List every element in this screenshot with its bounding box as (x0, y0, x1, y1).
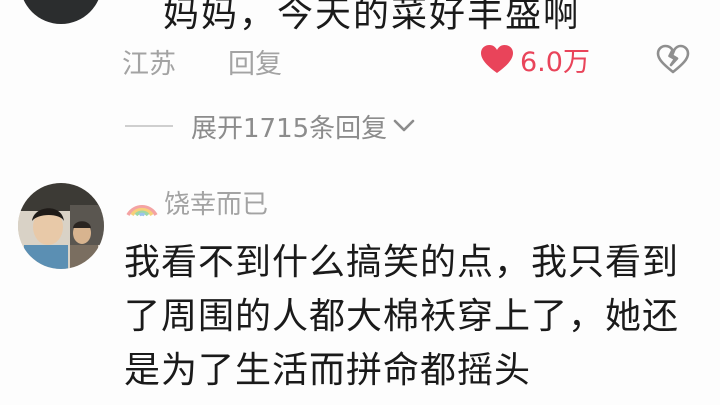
comment-text: 妈妈，今天的菜好丰盛啊 (163, 0, 582, 35)
avatar[interactable] (20, 0, 102, 24)
comment-author[interactable]: 饶幸而已 (124, 184, 268, 220)
comment-line: 了周围的人都大棉袄穿上了，她还 (124, 296, 680, 337)
reply-button[interactable]: 回复 (228, 42, 282, 81)
comment-line: 是为了生活而拼命都摇头 (124, 350, 532, 391)
expand-replies-label: 展开1715条回复 (191, 113, 388, 144)
broken-heart-icon[interactable] (656, 44, 690, 74)
avatar[interactable] (18, 183, 104, 269)
comment-line: 我看不到什么搞笑的点，我只看到 (124, 242, 680, 283)
like-button[interactable]: 6.0万 (480, 42, 590, 78)
username: 饶幸而已 (164, 189, 269, 220)
comment-feed: 妈妈，今天的菜好丰盛啊 江苏 回复 6.0万 展开1715条回复 饶幸而已 我看… (0, 0, 720, 405)
chevron-down-icon (393, 119, 415, 133)
heart-icon (480, 44, 514, 74)
divider-line (125, 125, 173, 127)
expand-replies-button[interactable]: 展开1715条回复 (125, 108, 415, 144)
comment-text: 我看不到什么搞笑的点，我只看到 了周围的人都大棉袄穿上了，她还 是为了生活而拼命… (124, 236, 704, 398)
rainbow-icon (124, 187, 160, 217)
like-count: 6.0万 (520, 46, 590, 78)
comment-location: 江苏 (122, 49, 176, 80)
